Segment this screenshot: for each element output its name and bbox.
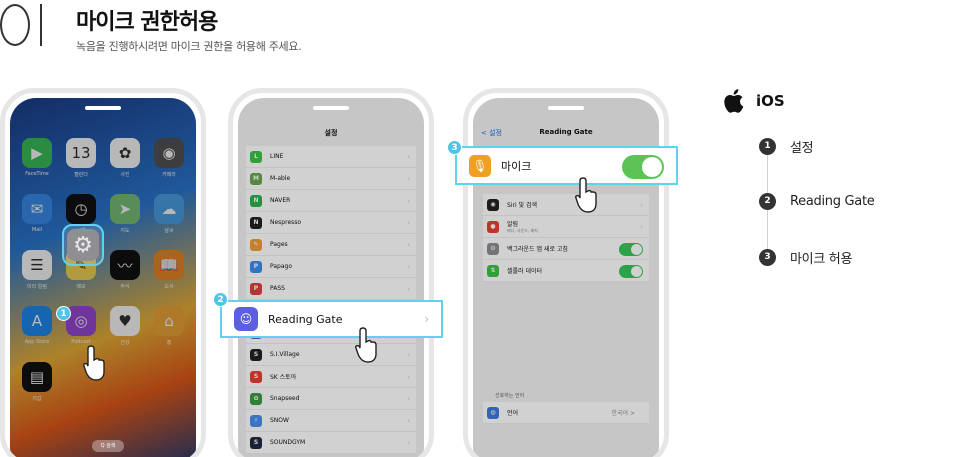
home-search-pill[interactable]: Q 검색 [92,440,124,452]
apple-logo-icon [724,89,744,113]
phone-notch [313,106,349,110]
phone-home-screen: ▶FaceTime13캘린더✿사진◉카메라✉Mail◷시계➤지도☁날씨☰미리 알… [0,88,206,457]
step-label: 마이크 허용 [790,252,853,267]
step-label: 설정 [790,141,814,156]
page-subtitle: 녹음을 진행하시려면 마이크 권한을 허용해 주세요. [76,40,302,53]
step-badge-2: 2 [213,292,228,307]
settings-screen: 설정 L LINE › M M-able › N NAVER › N Nespresso › ✎ Page… [238,98,424,457]
step-number [0,4,42,50]
step-label: Reading Gate [790,194,875,209]
step-number-zero-glyph [0,4,30,46]
ios-guide-header: iOS [722,88,785,114]
chevron-right-icon: › [424,312,429,326]
phone-app-settings-screen: < 설정 Reading Gate ◉ Siri 및 검색 › ● 알림 배너, 사운드,… [463,88,669,457]
page-title: 마이크 권한허용 [76,10,218,35]
microphone-row-label: 마이크 [501,159,532,173]
tap-hand-icon [355,327,377,363]
step-number-one-glyph [40,4,42,46]
phone-notch [85,106,121,110]
guide-step-2: 2 Reading Gate [759,193,875,210]
tap-hand-icon [83,345,105,381]
settings-gear-icon: ⚙ [67,229,99,261]
step-badge-1: 1 [56,306,71,321]
screen-dim-overlay [10,98,196,457]
guide-step-1: 1 설정 [759,137,814,156]
microphone-permission-row[interactable]: 🎙 마이크 [455,146,678,185]
step-dot: 2 [759,193,776,210]
tap-hand-icon [575,177,597,213]
step-badge-3: 3 [447,140,462,155]
phone-notch [548,106,584,110]
phone-settings-screen: 설정 L LINE › M M-able › N NAVER › N Nespresso › ✎ Page… [228,88,434,457]
reading-gate-settings-row[interactable]: ☺ Reading Gate › [220,300,443,338]
settings-app-highlight[interactable]: ⚙ [62,224,104,266]
microphone-toggle[interactable] [622,155,664,179]
step-dot: 3 [759,249,776,266]
reading-gate-app-icon: ☺ [234,307,258,331]
reading-gate-row-label: Reading Gate [268,312,343,326]
microphone-icon: 🎙 [469,154,491,177]
home-screen: ▶FaceTime13캘린더✿사진◉카메라✉Mail◷시계➤지도☁날씨☰미리 알… [10,98,196,457]
guide-step-3: 3 마이크 허용 [759,248,852,267]
screen-dim-overlay [238,98,424,457]
platform-label: iOS [756,92,785,110]
step-dot: 1 [759,138,776,155]
